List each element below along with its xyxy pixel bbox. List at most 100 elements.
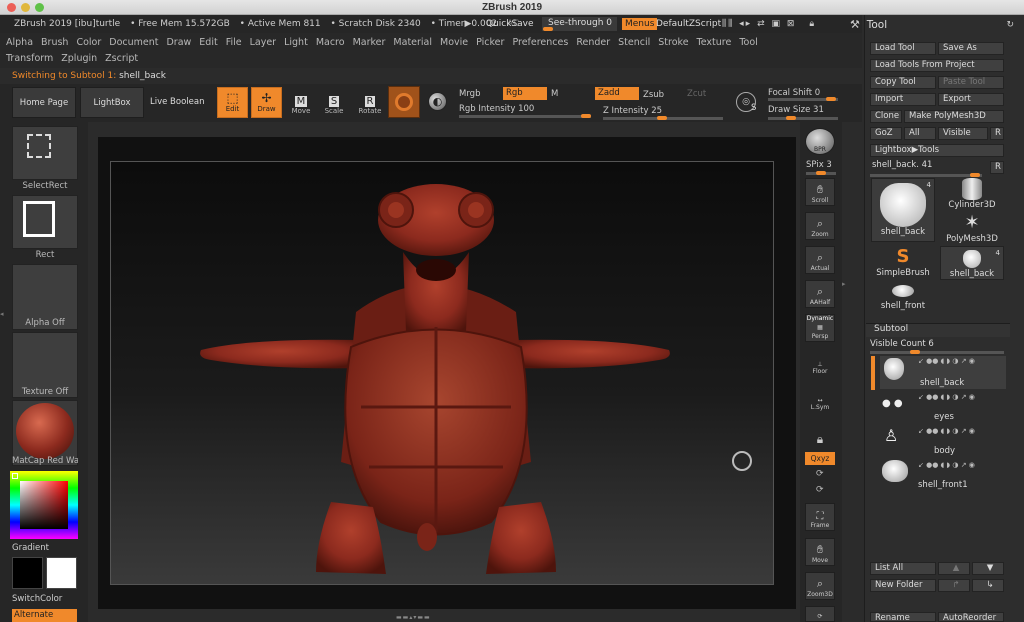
menu-file[interactable]: File: [226, 37, 242, 48]
move-button[interactable]: M Move: [287, 89, 315, 115]
tool-thumb-shell-back-2[interactable]: shell_back 4: [940, 246, 1004, 280]
home-page-button[interactable]: Home Page: [12, 87, 76, 118]
menu-document[interactable]: Document: [109, 37, 158, 48]
current-tool-r-button[interactable]: R: [990, 161, 1004, 174]
spix-label[interactable]: SPix 3: [806, 160, 832, 170]
left-shelf-collapse[interactable]: ◂: [0, 310, 6, 330]
tool-thumb-shell-back[interactable]: shell_back 4: [871, 178, 935, 242]
frame-button[interactable]: ⛶ Frame: [805, 503, 835, 531]
menu-brush[interactable]: Brush: [41, 37, 68, 48]
texture-sphere-button[interactable]: ◐: [428, 92, 447, 111]
subtool-row-shell-front1[interactable]: ↙ ●● ◖ ◗ ◑ ↗ ◉ shell_front1: [880, 460, 1006, 493]
scroll-indicator[interactable]: ▬▬▴▾▬▬: [396, 614, 476, 621]
menu-light[interactable]: Light: [284, 37, 308, 48]
m-button[interactable]: M: [551, 89, 558, 99]
persp-button[interactable]: Dynamic ▦ Persp: [805, 314, 835, 342]
goz-visible-button[interactable]: Visible: [938, 127, 988, 140]
quicksave-button[interactable]: QuickSave: [486, 18, 534, 30]
default-zscript-button[interactable]: DefaultZScript: [656, 18, 721, 30]
draw-size-knob[interactable]: [786, 116, 796, 120]
primary-color-swatch[interactable]: [46, 557, 77, 589]
scale-button[interactable]: S Scale: [320, 89, 348, 115]
see-through-knob[interactable]: [543, 27, 553, 31]
zadd-button[interactable]: Zadd: [595, 87, 639, 100]
menu-draw[interactable]: Draw: [166, 37, 191, 48]
goz-r-button[interactable]: R: [990, 127, 1004, 140]
actual-button[interactable]: ⌕ Actual: [805, 246, 835, 274]
visible-count-knob[interactable]: [910, 350, 920, 354]
list-all-button[interactable]: List All: [870, 562, 936, 575]
z-intensity-knob[interactable]: [657, 116, 667, 120]
panel-refresh-icon[interactable]: ↻: [1006, 17, 1014, 33]
layout-icons[interactable]: ⫼⫼ ◂▸ ⇄ ▣ ⊠ 🔒︎: [722, 17, 816, 31]
load-tools-from-project-button[interactable]: Load Tools From Project: [870, 59, 1004, 72]
lsym-button[interactable]: ↔ L.Sym: [805, 384, 835, 412]
rotate-view-button[interactable]: ⟳: [805, 606, 835, 622]
rename-button[interactable]: Rename: [870, 612, 936, 622]
subtool-row-icons[interactable]: ↙ ●● ◖ ◗ ◑ ↗ ◉: [918, 357, 975, 365]
focal-shift-slider[interactable]: [768, 97, 838, 101]
menu-stencil[interactable]: Stencil: [618, 37, 650, 48]
menu-color[interactable]: Color: [76, 37, 101, 48]
make-polymesh-button[interactable]: Make PolyMesh3D: [904, 110, 1004, 123]
frame-icon[interactable]: ▣: [772, 19, 783, 29]
folder-down-button[interactable]: ↳: [972, 579, 1004, 592]
menu-alpha[interactable]: Alpha: [6, 37, 33, 48]
tool-panel-header[interactable]: ⚒ Tool ↻: [850, 17, 1020, 33]
xyz-button[interactable]: Qxyz: [805, 452, 835, 465]
scroll-button[interactable]: ✋︎ Scroll: [805, 178, 835, 206]
move-down-button[interactable]: ▼: [972, 562, 1004, 575]
turtle-model[interactable]: [111, 162, 775, 586]
rgb-intensity-slider[interactable]: [459, 114, 591, 118]
current-tool-knob[interactable]: [970, 173, 980, 177]
see-through-slider[interactable]: See-through 0: [542, 17, 617, 31]
focal-shift-knob[interactable]: [826, 97, 836, 101]
menu-material[interactable]: Material: [393, 37, 432, 48]
subtool-scrollbar[interactable]: [871, 356, 875, 390]
close-window-button[interactable]: [7, 3, 16, 12]
import-button[interactable]: Import: [870, 93, 936, 106]
lightbox-button[interactable]: LightBox: [80, 87, 144, 118]
minimize-window-button[interactable]: [21, 3, 30, 12]
rotate-z-icon[interactable]: ⟳: [816, 485, 824, 495]
lock-icon[interactable]: 🔒︎: [809, 19, 816, 29]
draw-button[interactable]: ✢ Draw: [251, 87, 282, 118]
menu-layer[interactable]: Layer: [250, 37, 277, 48]
move-view-button[interactable]: ✋︎ Move: [805, 538, 835, 566]
secondary-color-swatch[interactable]: [12, 557, 43, 589]
subtool-row-icons[interactable]: ↙ ●● ◖ ◗ ◑ ↗ ◉: [918, 427, 975, 435]
save-as-button[interactable]: Save As: [938, 42, 1004, 55]
menu-zscript[interactable]: Zscript: [105, 53, 138, 64]
menus-toggle[interactable]: Menus: [622, 18, 658, 30]
color-picker-square[interactable]: [20, 481, 68, 529]
goz-all-button[interactable]: All: [904, 127, 936, 140]
rgb-intensity-knob[interactable]: [581, 114, 591, 118]
draw-size-slider[interactable]: [768, 116, 838, 120]
rotate-button[interactable]: R Rotate: [356, 89, 384, 115]
close-icon[interactable]: ⊠: [787, 19, 797, 29]
floor-button[interactable]: ⊥ Floor: [805, 348, 835, 376]
zoom3d-button[interactable]: ⌕ Zoom3D: [805, 572, 835, 600]
select-rect-button[interactable]: [12, 126, 78, 180]
edit-button[interactable]: ⬚ Edit: [217, 87, 248, 118]
tool-thumb-cylinder3d[interactable]: Cylinder3D: [940, 178, 1004, 212]
aahalf-button[interactable]: ⌕ AAHalf: [805, 280, 835, 308]
visible-count-slider[interactable]: Visible Count 6: [870, 339, 1004, 354]
z-intensity-slider[interactable]: [603, 116, 723, 120]
menu-preferences[interactable]: Preferences: [512, 37, 568, 48]
color-picker[interactable]: [10, 471, 78, 539]
menu-render[interactable]: Render: [576, 37, 610, 48]
lock-camera-button[interactable]: 🔒︎: [805, 420, 835, 448]
rotate-y-icon[interactable]: ⟳: [816, 469, 824, 479]
subtool-row-icons[interactable]: ↙ ●● ◖ ◗ ◑ ↗ ◉: [918, 393, 975, 401]
menu-movie[interactable]: Movie: [440, 37, 468, 48]
alternate-button[interactable]: Alternate: [12, 609, 77, 622]
right-shelf-collapse[interactable]: ▸: [842, 280, 848, 300]
tool-thumb-shell-front[interactable]: shell_front: [871, 282, 935, 316]
move-up-button[interactable]: ▲: [938, 562, 970, 575]
paste-tool-button[interactable]: Paste Tool: [938, 76, 1004, 89]
viewport-canvas[interactable]: [110, 161, 774, 585]
tool-thumb-polymesh3d[interactable]: ✶ PolyMesh3D: [940, 212, 1004, 246]
subtool-header[interactable]: Subtool: [866, 323, 1010, 337]
export-button[interactable]: Export: [938, 93, 1004, 106]
